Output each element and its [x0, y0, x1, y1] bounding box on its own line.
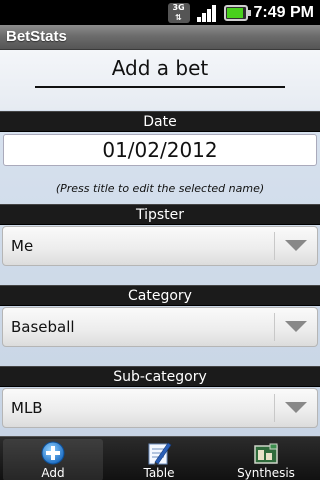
synthesis-icon: [254, 443, 278, 464]
network-label: 3G: [172, 2, 185, 12]
status-bar: 3G ⇅ 7:49 PM: [0, 0, 320, 25]
add-icon: [41, 441, 65, 465]
tipster-spinner[interactable]: Me: [2, 226, 318, 266]
tipster-value: Me: [11, 237, 34, 255]
tab-table[interactable]: Table: [110, 439, 208, 480]
subcategory-header[interactable]: Sub-category: [0, 366, 320, 387]
category-spinner[interactable]: Baseball: [2, 307, 318, 347]
category-value: Baseball: [11, 318, 75, 336]
tipster-header[interactable]: Tipster: [0, 204, 320, 225]
subcategory-value: MLB: [11, 399, 43, 417]
app-title: BetStats: [6, 28, 67, 45]
bottom-tab-bar: Add Table Synthesis: [0, 436, 320, 480]
hint-text: (Press title to edit the selected name): [55, 182, 265, 195]
date-field[interactable]: 01/02/2012: [3, 134, 317, 166]
page-heading: Add a bet: [0, 50, 320, 110]
date-header: Date: [0, 111, 320, 132]
dropdown-arrow-icon[interactable]: [285, 402, 307, 413]
signal-strength-icon: [196, 3, 218, 23]
page-title: Add a bet: [111, 56, 209, 80]
status-icons: 3G ⇅ 7:49 PM: [167, 0, 320, 25]
category-header[interactable]: Category: [0, 285, 320, 306]
dropdown-arrow-icon[interactable]: [285, 240, 307, 251]
spinner-divider: [274, 394, 275, 422]
spinner-divider: [274, 232, 275, 260]
title-bar: BetStats: [0, 25, 320, 50]
heading-underline: [35, 86, 285, 88]
tab-add-label: Add: [41, 466, 65, 480]
table-icon: [148, 442, 172, 466]
status-time: 7:49 PM: [253, 3, 314, 21]
tab-table-label: Table: [143, 466, 175, 480]
dropdown-arrow-icon[interactable]: [285, 321, 307, 332]
subcategory-spinner[interactable]: MLB: [2, 388, 318, 428]
data-arrows-icon: ⇅: [175, 12, 182, 22]
tab-add[interactable]: Add: [3, 439, 103, 480]
spinner-divider: [274, 313, 275, 341]
tab-synthesis[interactable]: Synthesis: [214, 439, 318, 480]
battery-icon: [223, 4, 251, 21]
network-3g-icon: 3G ⇅: [167, 2, 190, 23]
tab-synthesis-label: Synthesis: [237, 466, 295, 480]
